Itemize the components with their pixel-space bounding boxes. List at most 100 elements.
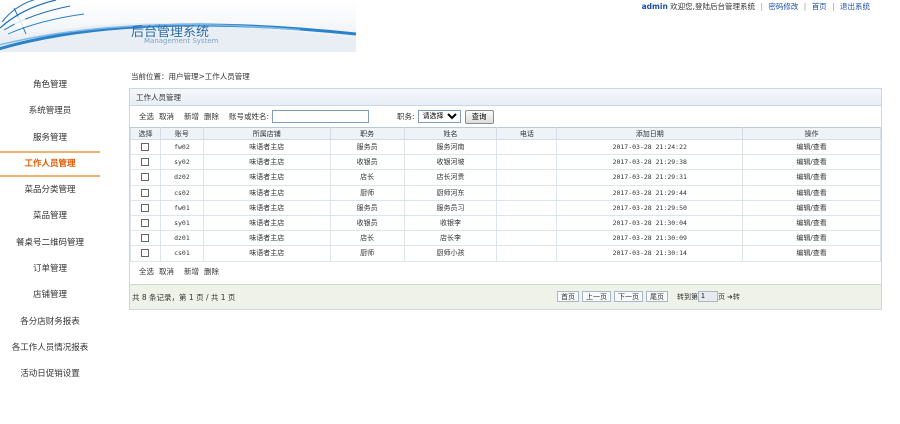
col-shop: 所属店铺 (202, 127, 331, 140)
row-checkbox[interactable] (141, 219, 150, 228)
top-user-bar: admin 欢迎您,登陆后台管理系统 | 密码修改 | 首页 | 退出系统 (642, 1, 870, 12)
row-checkbox[interactable] (141, 249, 150, 258)
edit-view-link[interactable]: 编辑/查看 (742, 214, 881, 232)
cell-name: 店长河贵 (403, 169, 498, 186)
goto-page-input[interactable] (698, 291, 718, 302)
sidebar-item-orders[interactable]: 订单管理 (0, 256, 100, 282)
row-select-cell (130, 184, 161, 201)
welcome-text: 欢迎您,登陆后台管理系统 (670, 2, 756, 11)
name-filter-input[interactable] (272, 110, 370, 123)
edit-view-link[interactable]: 编辑/查看 (742, 199, 881, 216)
col-phone: 电话 (496, 127, 558, 140)
cell-account: dz02 (159, 169, 204, 186)
select-all-link[interactable]: 全选 (139, 111, 154, 122)
cell-name: 店长李 (403, 230, 498, 247)
current-user: admin (641, 2, 668, 11)
cell-account: fw02 (159, 138, 204, 156)
page-unit-label: 页 (718, 292, 725, 301)
next-page-button[interactable]: 下一页 (614, 291, 643, 302)
select-all-link[interactable]: 全选 (139, 266, 154, 277)
row-checkbox[interactable] (141, 158, 150, 167)
table-row: cs02 味语者主店 厨师 厨师河东 2017-03-28 21:29:44 编… (130, 184, 881, 201)
cell-name: 厨师小孩 (403, 245, 498, 262)
breadcrumb: 当前位置：用户管理>工作人员管理 (131, 72, 250, 81)
cell-phone (496, 169, 558, 186)
row-checkbox[interactable] (141, 143, 150, 152)
table-row: dz01 味语者主店 店长 店长李 2017-03-28 21:30:09 编辑… (130, 230, 881, 247)
table-row: dz02 味语者主店 店长 店长河贵 2017-03-28 21:29:31 编… (130, 169, 881, 186)
edit-view-link[interactable]: 编辑/查看 (742, 184, 881, 201)
add-link[interactable]: 新增 (184, 266, 199, 277)
first-page-button[interactable]: 首页 (557, 291, 579, 302)
cell-name: 厨师河东 (403, 184, 498, 201)
change-password-link[interactable]: 密码修改 (768, 2, 798, 11)
add-link[interactable]: 新增 (184, 111, 199, 122)
search-button[interactable]: 查询 (464, 109, 494, 124)
edit-view-link[interactable]: 编辑/查看 (742, 245, 881, 262)
edit-view-link[interactable]: 编辑/查看 (742, 154, 881, 171)
sidebar-item-dish-categories[interactable]: 菜品分类管理 (0, 177, 100, 203)
sidebar-item-promotions[interactable]: 活动日促销设置 (0, 361, 100, 387)
sidebar-item-staff-report[interactable]: 各工作人员情况报表 (0, 335, 100, 361)
cell-role: 店长 (329, 169, 405, 186)
panel-title: 工作人员管理 (130, 89, 881, 106)
row-select-cell (130, 214, 161, 232)
last-page-button[interactable]: 尾页 (646, 291, 668, 302)
cell-role: 店长 (329, 230, 405, 247)
cell-account: dz01 (159, 230, 204, 247)
col-date: 添加日期 (556, 127, 744, 140)
delete-link[interactable]: 删除 (204, 111, 219, 122)
sidebar-item-services[interactable]: 服务管理 (0, 125, 100, 151)
table-row: cs01 味语者主店 厨师 厨师小孩 2017-03-28 21:30:14 编… (130, 245, 881, 262)
col-select: 选择 (130, 127, 161, 140)
staff-panel: 工作人员管理 全选 取消 新增 删除 账号或姓名: 职务: 请选择 查询 选择 … (129, 88, 882, 310)
col-role: 职务 (329, 127, 405, 140)
home-link[interactable]: 首页 (812, 2, 827, 11)
row-checkbox[interactable] (141, 173, 150, 182)
delete-link[interactable]: 删除 (204, 266, 219, 277)
row-checkbox[interactable] (141, 203, 150, 212)
go-button[interactable]: ➜转 (727, 292, 740, 302)
col-account: 账号 (159, 127, 204, 140)
cell-shop: 味语者主店 (202, 214, 331, 232)
cell-phone (496, 230, 558, 247)
separator: | (760, 2, 763, 11)
name-filter-label: 账号或姓名: (229, 112, 270, 121)
cell-phone (496, 245, 558, 262)
sidebar: 角色管理 系统管理员 服务管理 工作人员管理 菜品分类管理 菜品管理 餐桌号二维… (0, 72, 100, 388)
table-row: fw02 味语者主店 服务员 服务河南 2017-03-28 21:24:22 … (130, 138, 881, 156)
row-select-cell (130, 169, 161, 186)
logout-link[interactable]: 退出系统 (840, 2, 870, 11)
sidebar-item-admins[interactable]: 系统管理员 (0, 98, 100, 124)
prev-page-button[interactable]: 上一页 (582, 291, 611, 302)
cell-name: 服务员习 (403, 199, 498, 216)
cell-date: 2017-03-28 21:30:09 (556, 230, 744, 247)
cell-date: 2017-03-28 21:30:14 (556, 245, 744, 262)
row-select-cell (130, 245, 161, 262)
col-name: 姓名 (403, 127, 498, 140)
record-summary: 共 8 条记录，第 1 页 / 共 1 页 (132, 292, 236, 302)
sidebar-item-staff[interactable]: 工作人员管理 (0, 150, 100, 178)
row-checkbox[interactable] (141, 188, 150, 197)
sidebar-item-branch-finance[interactable]: 各分店财务报表 (0, 309, 100, 335)
cell-role: 收银员 (329, 214, 405, 232)
header: 后台管理系统 Management System admin 欢迎您,登陆后台管… (0, 0, 900, 52)
table-row: sy01 味语者主店 收银员 收银李 2017-03-28 21:30:04 编… (130, 214, 881, 232)
cell-name: 服务河南 (403, 138, 498, 156)
row-select-cell (130, 230, 161, 247)
pager: 首页 上一页 下一页 尾页 转到第 页 ➜转 (557, 291, 740, 302)
edit-view-link[interactable]: 编辑/查看 (742, 230, 881, 247)
row-checkbox[interactable] (141, 234, 150, 243)
deselect-link[interactable]: 取消 (159, 111, 174, 122)
deselect-link[interactable]: 取消 (159, 266, 174, 277)
edit-view-link[interactable]: 编辑/查看 (742, 169, 881, 186)
role-select[interactable]: 请选择 (417, 110, 461, 123)
sidebar-item-dishes[interactable]: 菜品管理 (0, 203, 100, 229)
sidebar-item-table-qrcodes[interactable]: 餐桌号二维码管理 (0, 230, 100, 256)
sidebar-item-roles[interactable]: 角色管理 (0, 72, 100, 98)
cell-shop: 味语者主店 (202, 138, 331, 156)
sidebar-item-shops[interactable]: 店铺管理 (0, 282, 100, 308)
cell-shop: 味语者主店 (202, 230, 331, 247)
goto-label: 转到第 (677, 292, 698, 301)
edit-view-link[interactable]: 编辑/查看 (742, 138, 881, 156)
